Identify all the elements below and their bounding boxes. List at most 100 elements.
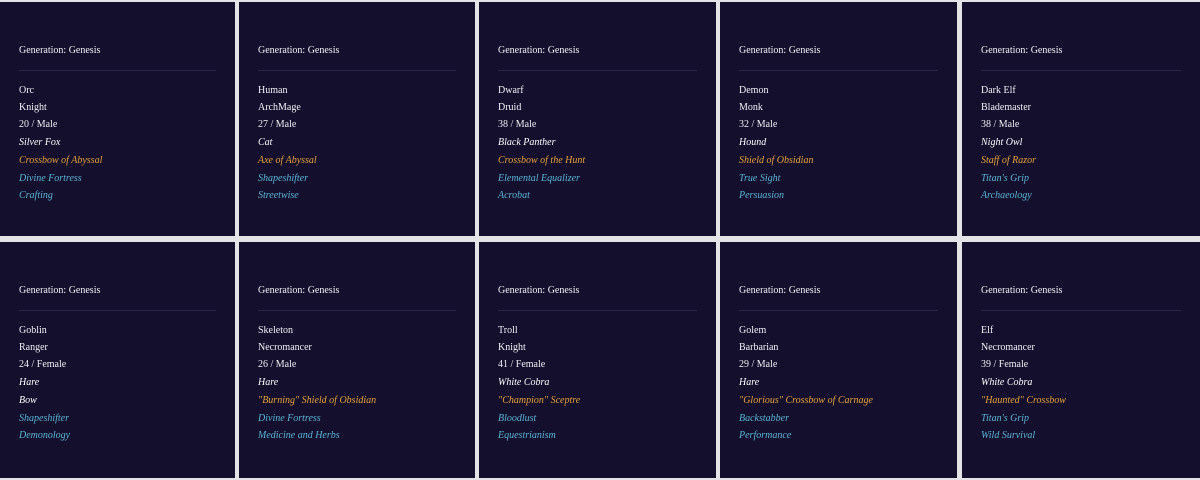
generation-label: Generation: Genesis <box>258 285 340 296</box>
weapon-label: "Haunted" Crossbow <box>981 395 1066 406</box>
card-divider <box>19 310 216 311</box>
skill-label: Wild Survival <box>981 430 1036 441</box>
weapon-label: Crossbow of Abyssal <box>19 155 103 166</box>
ability-label: Titan's Grip <box>981 413 1029 424</box>
ability-label: True Sight <box>739 173 781 184</box>
generation-label: Generation: Genesis <box>19 285 101 296</box>
class-label: Monk <box>739 102 763 113</box>
age-gender-label: 32 / Male <box>739 119 778 130</box>
age-gender-label: 26 / Male <box>258 359 297 370</box>
weapon-label: "Glorious" Crossbow of Carnage <box>739 395 873 406</box>
generation-label: Generation: Genesis <box>19 45 101 56</box>
skill-label: Equestrianism <box>498 430 556 441</box>
ability-label: Titan's Grip <box>981 173 1029 184</box>
weapon-label: Bow <box>19 395 37 406</box>
character-card[interactable]: Generation: Genesis Human ArchMage 27 / Mal… <box>239 2 475 236</box>
pet-label: Night Owl <box>981 137 1023 148</box>
skill-label: Medicine and Herbs <box>258 430 340 441</box>
generation-label: Generation: Genesis <box>498 45 580 56</box>
card-divider <box>258 70 456 71</box>
generation-label: Generation: Genesis <box>258 45 340 56</box>
character-card[interactable]: Generation: Genesis Troll Knight 41 / Femal… <box>479 242 716 478</box>
card-divider <box>739 310 938 311</box>
generation-label: Generation: Genesis <box>739 285 821 296</box>
skill-label: Crafting <box>19 190 53 201</box>
class-label: Knight <box>19 102 47 113</box>
pet-label: White Cobra <box>498 377 550 388</box>
race-label: Dwarf <box>498 85 524 96</box>
weapon-label: Axe of Abyssal <box>258 155 317 166</box>
pet-label: White Cobra <box>981 377 1033 388</box>
race-label: Orc <box>19 85 34 96</box>
age-gender-label: 41 / Female <box>498 359 546 370</box>
pet-label: Hare <box>258 377 279 388</box>
pet-label: Cat <box>258 137 273 148</box>
age-gender-label: 39 / Female <box>981 359 1029 370</box>
pet-label: Hound <box>739 137 767 148</box>
weapon-label: Shield of Obsidian <box>739 155 814 166</box>
character-card[interactable]: Generation: Genesis Elf Necromancer 39 / Fe… <box>962 242 1200 478</box>
skill-label: Acrobat <box>498 190 530 201</box>
age-gender-label: 24 / Female <box>19 359 67 370</box>
ability-label: Divine Fortress <box>258 413 321 424</box>
character-card-grid: Generation: Genesis Orc Knight 20 / Male Sil… <box>0 0 1200 480</box>
race-label: Skeleton <box>258 325 293 336</box>
race-label: Human <box>258 85 288 96</box>
race-label: Goblin <box>19 325 47 336</box>
weapon-label: "Champion" Sceptre <box>498 395 581 406</box>
card-divider <box>498 70 697 71</box>
card-divider <box>739 70 938 71</box>
age-gender-label: 20 / Male <box>19 119 58 130</box>
class-label: Blademaster <box>981 102 1031 113</box>
race-label: Dark Elf <box>981 85 1016 96</box>
class-label: Barbarian <box>739 342 779 353</box>
skill-label: Persuasion <box>739 190 784 201</box>
ability-label: Backstabber <box>739 413 789 424</box>
age-gender-label: 29 / Male <box>739 359 778 370</box>
card-divider <box>981 70 1181 71</box>
ability-label: Shapeshifter <box>258 173 308 184</box>
character-card[interactable]: Generation: Genesis Orc Knight 20 / Male Sil… <box>0 2 235 236</box>
age-gender-label: 27 / Male <box>258 119 297 130</box>
character-card[interactable]: Generation: Genesis Demon Monk 32 / Male Hou… <box>720 2 957 236</box>
card-divider <box>498 310 697 311</box>
class-label: Druid <box>498 102 522 113</box>
card-divider <box>981 310 1181 311</box>
weapon-label: "Burning" Shield of Obsidian <box>258 395 377 406</box>
age-gender-label: 38 / Male <box>498 119 537 130</box>
class-label: Ranger <box>19 342 48 353</box>
pet-label: Silver Fox <box>19 137 61 148</box>
character-card[interactable]: Generation: Genesis Skeleton Necromancer 26… <box>239 242 475 478</box>
ability-label: Divine Fortress <box>19 173 82 184</box>
class-label: ArchMage <box>258 102 301 113</box>
pet-label: Hare <box>739 377 760 388</box>
race-label: Elf <box>981 325 994 336</box>
ability-label: Shapeshifter <box>19 413 69 424</box>
generation-label: Generation: Genesis <box>498 285 580 296</box>
generation-label: Generation: Genesis <box>981 45 1063 56</box>
race-label: Demon <box>739 85 769 96</box>
card-divider <box>19 70 216 71</box>
pet-label: Black Panther <box>498 137 556 148</box>
skill-label: Archaeology <box>981 190 1032 201</box>
ability-label: Bloodlust <box>498 413 537 424</box>
character-card[interactable]: Generation: Genesis Golem Barbarian 29 / Ma… <box>720 242 957 478</box>
weapon-label: Crossbow of the Hunt <box>498 155 586 166</box>
race-label: Troll <box>498 325 518 336</box>
age-gender-label: 38 / Male <box>981 119 1020 130</box>
class-label: Necromancer <box>981 342 1035 353</box>
generation-label: Generation: Genesis <box>739 45 821 56</box>
race-label: Golem <box>739 325 767 336</box>
character-card[interactable]: Generation: Genesis Dwarf Druid 38 / Male Bl… <box>479 2 716 236</box>
character-card[interactable]: Generation: Genesis Dark Elf Blademaster 38… <box>962 2 1200 236</box>
skill-label: Streetwise <box>258 190 299 201</box>
card-divider <box>258 310 456 311</box>
pet-label: Hare <box>19 377 40 388</box>
ability-label: Elemental Equalizer <box>498 173 580 184</box>
skill-label: Demonology <box>19 430 71 441</box>
class-label: Necromancer <box>258 342 312 353</box>
character-card[interactable]: Generation: Genesis Goblin Ranger 24 / Fema… <box>0 242 235 478</box>
weapon-label: Staff of Razor <box>981 155 1037 166</box>
generation-label: Generation: Genesis <box>981 285 1063 296</box>
skill-label: Performance <box>739 430 792 441</box>
